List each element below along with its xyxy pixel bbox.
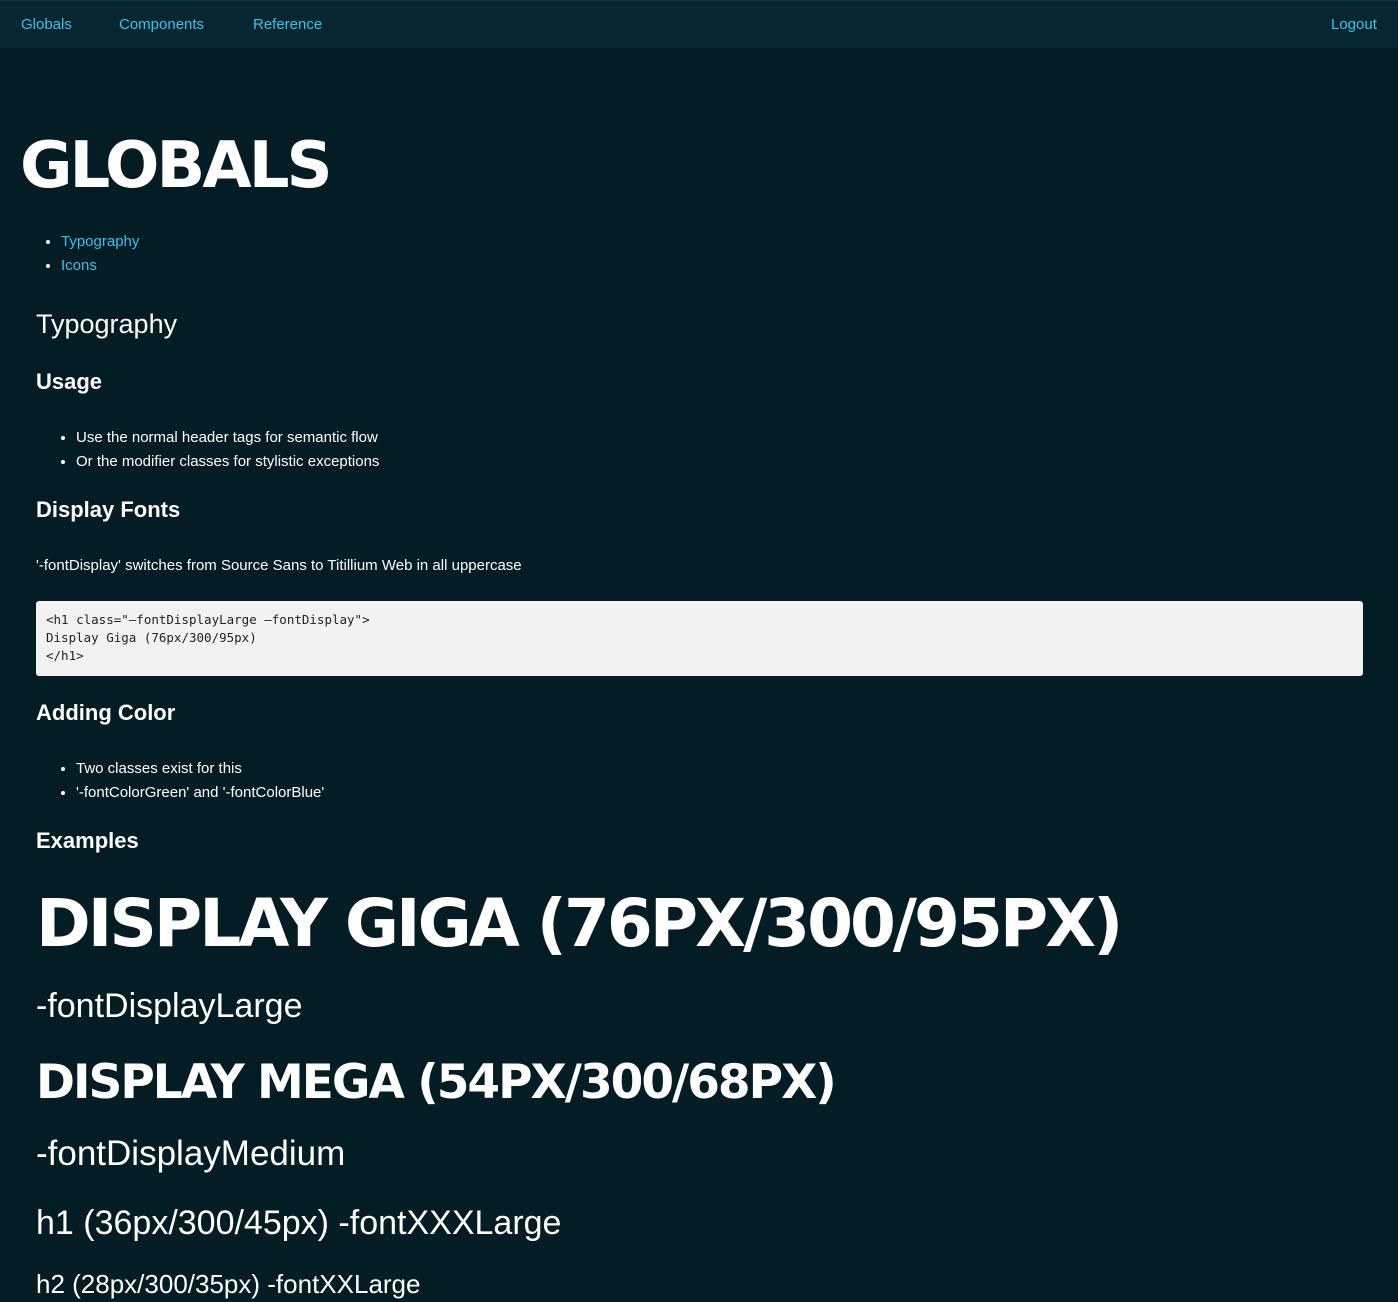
usage-list: Use the normal header tags for semantic … bbox=[36, 426, 379, 474]
example-h2: h2 (28px/300/35px) -fontXXLarge bbox=[36, 1269, 421, 1299]
example-display-giga: Display Giga (76px/300/95px) bbox=[36, 885, 1123, 962]
display-fonts-description: '-fontDisplay' switches from Source Sans… bbox=[36, 557, 522, 574]
heading-usage: Usage bbox=[36, 369, 103, 394]
toc-link-icons[interactable]: Icons bbox=[61, 257, 97, 274]
top-navigation: Globals Components Reference Logout bbox=[0, 0, 1398, 48]
page-title: Globals bbox=[20, 129, 333, 203]
list-item: Or the modifier classes for stylistic ex… bbox=[76, 450, 379, 474]
adding-color-list: Two classes exist for this '-fontColorGr… bbox=[36, 757, 324, 805]
nav-link-reference[interactable]: Reference bbox=[253, 16, 322, 33]
section-title-typography: Typography bbox=[36, 309, 178, 339]
table-of-contents: Typography Icons bbox=[20, 230, 139, 278]
example-h1: h1 (36px/300/45px) -fontXXXLarge bbox=[36, 1204, 562, 1242]
toc-item: Icons bbox=[61, 254, 139, 278]
toc-link-typography[interactable]: Typography bbox=[61, 233, 139, 250]
nav-link-components[interactable]: Components bbox=[119, 16, 204, 33]
toc-item: Typography bbox=[61, 230, 139, 254]
heading-display-fonts: Display Fonts bbox=[36, 497, 181, 522]
code-example: <h1 class="–fontDisplayLarge –fontDispla… bbox=[36, 601, 1363, 676]
example-display-large-label: -fontDisplayLarge bbox=[36, 987, 303, 1025]
heading-examples: Examples bbox=[36, 828, 139, 853]
logout-link[interactable]: Logout bbox=[1331, 16, 1377, 33]
heading-adding-color: Adding Color bbox=[36, 700, 176, 725]
list-item: Two classes exist for this bbox=[76, 757, 324, 781]
example-display-medium-label: -fontDisplayMedium bbox=[36, 1134, 346, 1173]
list-item: Use the normal header tags for semantic … bbox=[76, 426, 379, 450]
example-display-mega: Display Mega (54px/300/68px) bbox=[36, 1055, 837, 1110]
nav-link-globals[interactable]: Globals bbox=[21, 16, 72, 33]
list-item: '-fontColorGreen' and '-fontColorBlue' bbox=[76, 781, 324, 805]
